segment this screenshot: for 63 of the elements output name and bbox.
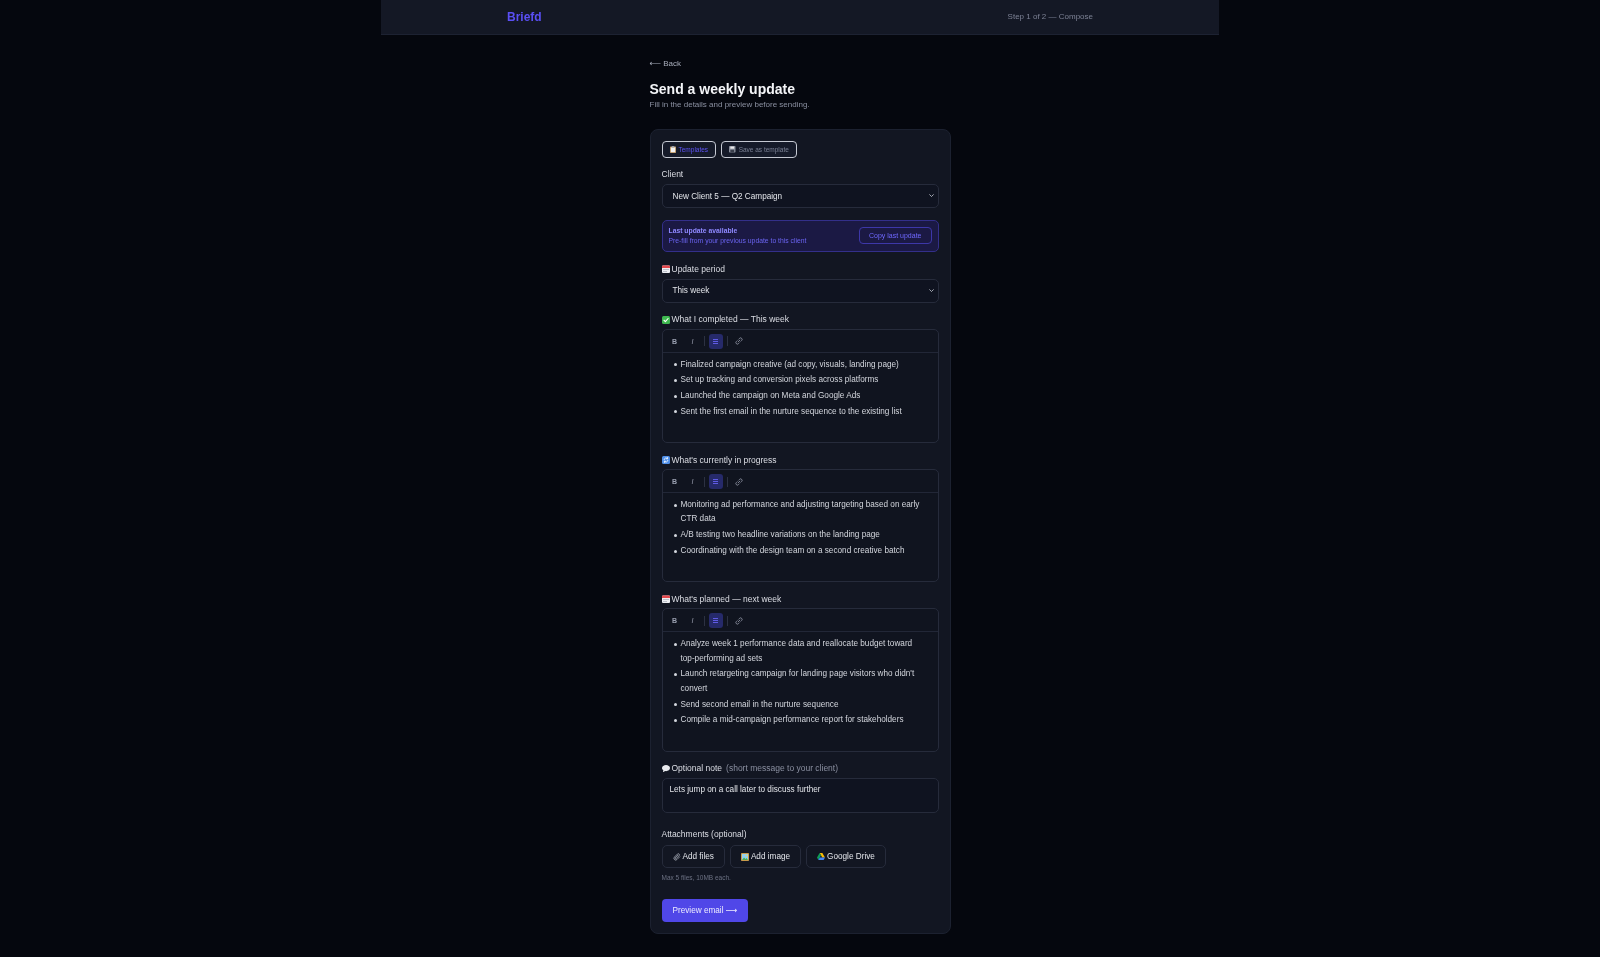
page-title: Send a weekly update <box>649 80 796 98</box>
bullet-list-button[interactable] <box>708 613 723 629</box>
bullet-list-button[interactable] <box>708 333 723 349</box>
clipboard-icon <box>669 146 676 153</box>
bullet-item: Sent the first email in the nurture sequence to the existing list <box>680 405 902 418</box>
triangle-logo-icon <box>817 853 826 861</box>
bullet-item: Set up tracking and conversion pixels across platforms <box>680 374 879 387</box>
field-label: Optional note <box>671 763 723 775</box>
field-label: Attachments (optional) <box>661 829 747 841</box>
bullet-icon <box>673 642 677 646</box>
bullet-icon <box>673 703 677 707</box>
bullet-item: Finalized campaign creative (ad copy, visuals, landing page) <box>680 358 899 371</box>
bullet-item: A/B testing two headline variations on the landing page <box>680 529 880 542</box>
chevron-down-icon <box>928 288 934 293</box>
period-select[interactable]: This week <box>661 278 939 303</box>
bullet-icon <box>673 363 677 367</box>
link-icon <box>734 616 743 625</box>
attachment-button[interactable]: Add image <box>729 845 802 869</box>
bullet-icon <box>673 378 677 382</box>
note-textarea[interactable]: Lets jump on a call later to discuss further <box>661 778 939 814</box>
check-icon <box>661 315 670 324</box>
bullet-icon <box>673 410 677 414</box>
bullet-icon <box>673 394 677 398</box>
bullet-item: Compile a mid-campaign performance report for stakeholders <box>680 714 904 727</box>
bullet-item: Launch retargeting campaign for landing page visitors who didn't convert <box>680 668 916 695</box>
client-select[interactable]: New Client 5 — Q2 Campaign <box>661 184 939 208</box>
back-link[interactable]: ⟵ Back <box>649 58 681 70</box>
bullet-icon <box>673 549 677 553</box>
field-label: Update period <box>671 263 725 275</box>
bullet-icon <box>673 503 677 507</box>
bullet-icon <box>673 533 677 537</box>
bullet-icon <box>673 718 677 722</box>
bullet-list-icon <box>712 479 719 485</box>
bullet-item: Coordinating with the design team on a second creative batch <box>680 545 905 558</box>
bullet-list-button[interactable] <box>708 474 723 490</box>
field-label: What's planned — next week <box>671 593 782 605</box>
bullet-item: Monitoring ad performance and adjusting targeting based on early CTR data <box>680 499 921 526</box>
bullet-list-icon <box>712 618 719 624</box>
paperclip-icon <box>672 852 681 861</box>
preview-email-button[interactable]: Preview email ⟶ <box>661 898 749 922</box>
bullet-item: Launched the campaign on Meta and Google Ads <box>680 390 861 403</box>
cycle-arrows-icon <box>661 456 670 465</box>
page-subtitle: Fill in the details and preview before sending. <box>649 99 811 110</box>
link-icon <box>734 337 743 345</box>
field-label: Client <box>661 169 684 180</box>
step-indicator: Step 1 of 2 — Compose <box>1007 12 1093 22</box>
calendar-icon <box>661 265 670 273</box>
bullet-icon <box>673 673 677 677</box>
bullet-item: Send second email in the nurture sequence <box>680 698 839 711</box>
chevron-down-icon <box>928 194 934 198</box>
field-hint: (short message to your client) <box>726 763 839 775</box>
attachment-button[interactable]: Google Drive <box>806 845 886 869</box>
field-label: What's currently in progress <box>671 454 777 466</box>
field-label: What I completed — This week <box>671 314 789 325</box>
rich-text-editor[interactable] <box>661 328 939 444</box>
speech-bubble-icon <box>661 764 670 773</box>
rich-text-editor[interactable] <box>661 608 939 752</box>
calendar-icon <box>661 595 670 604</box>
picture-icon <box>740 852 749 861</box>
attachment-button[interactable]: Add files <box>661 845 725 869</box>
bullet-item: Analyze week 1 performance data and reallocate budget toward top-performing ad sets <box>680 638 914 665</box>
bullet-list-icon <box>712 338 719 344</box>
link-icon <box>734 477 743 486</box>
